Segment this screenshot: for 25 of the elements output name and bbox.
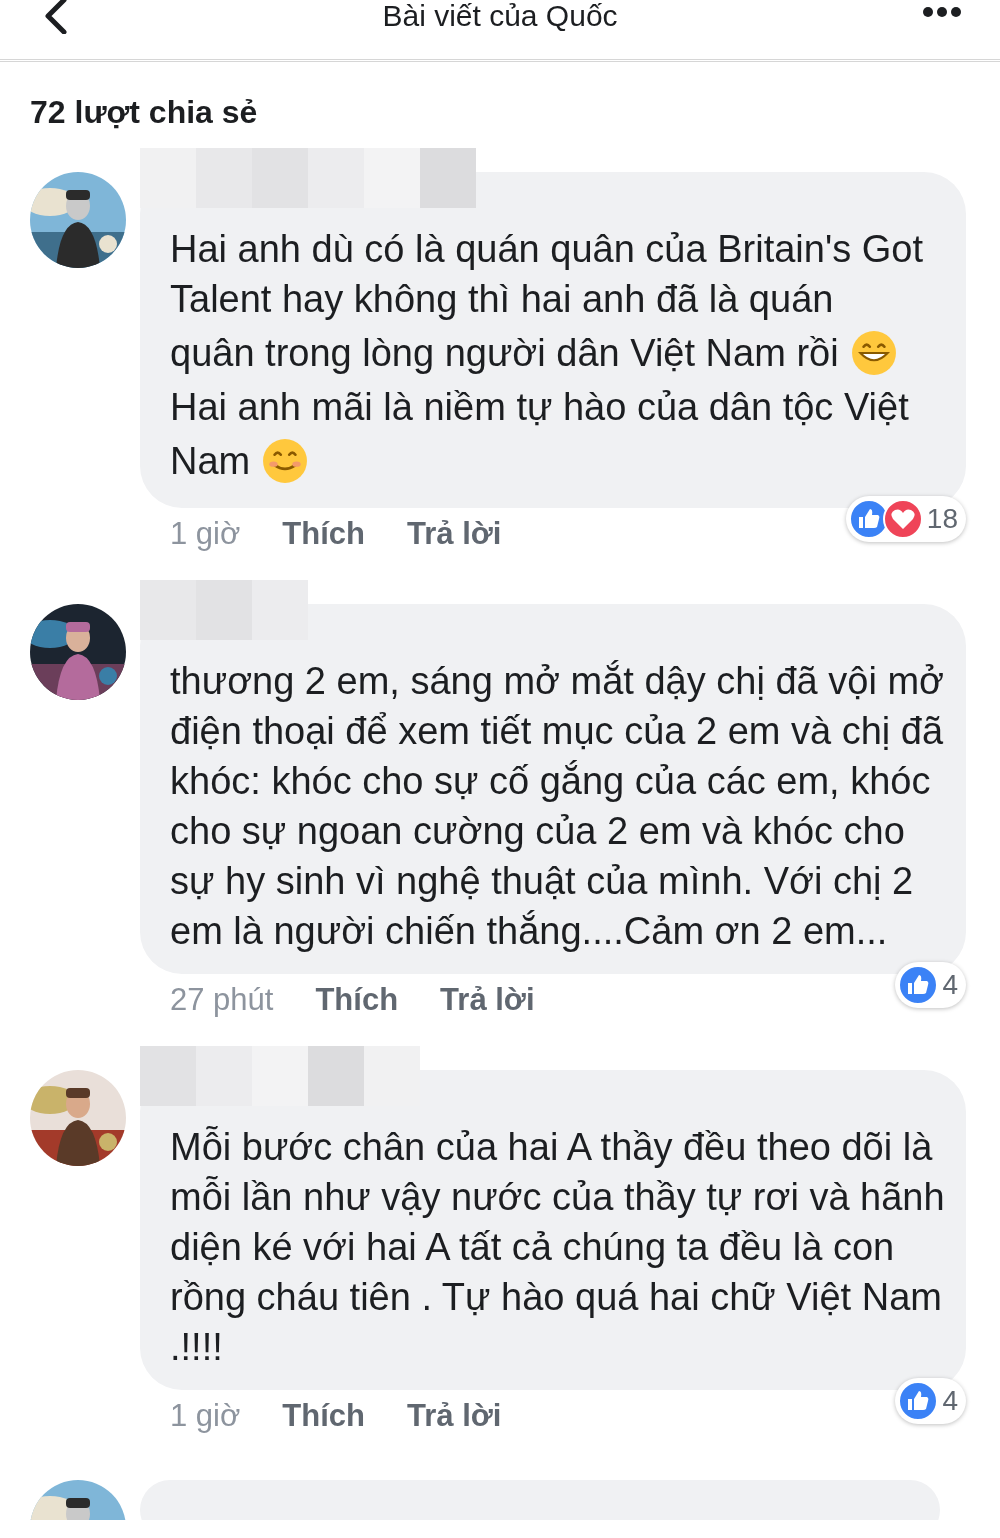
comment-text: Mỗi bước chân của hai A thầy đều theo dõi là mỗi lần như vậy nước của thầy tự rơi và hãnh diện ké với hai A tất cả chúng ta đều là con rồng cháu tiên . Tự hào quá hai chữ Việt Nam .!!!! (170, 1125, 946, 1370)
comment-time: 1 giờ (170, 515, 241, 553)
grinning-face-icon (850, 330, 897, 376)
comment-text: thương 2 em, sáng mở mắt dậy chị đã vội mở điện thoại để xem tiết mục của 2 em và chị đã khóc: khóc cho sự cố gắng của các em, khóc cho sự ngoan cường của 2 em và khóc cho sự hy sinh vì nghệ thuật của mình. Với chị 2 em là người chiến thắng....Cảm ơn 2 em... (170, 659, 945, 954)
share-count: 72 lượt chia sẻ (30, 93, 258, 132)
back-icon[interactable] (42, 0, 70, 34)
comment-time: 1 giờ (170, 1397, 241, 1435)
reply-link[interactable]: Trả lời (407, 1396, 502, 1436)
reply-link[interactable]: Trả lời (407, 514, 502, 554)
like-link[interactable]: Thích (282, 1396, 365, 1436)
reply-link[interactable]: Trả lời (440, 980, 535, 1020)
thumbs-up-icon (898, 965, 939, 1005)
comment-text: Nam (170, 439, 251, 484)
page-title: Bài viết của Quốc (381, 0, 619, 32)
comment-text: quân trong lòng người dân Việt Nam rồi (170, 331, 839, 376)
comment-text: Hai anh mãi là niềm tự hào của dân tộc Việt (170, 385, 909, 430)
like-link[interactable]: Thích (282, 514, 365, 554)
reaction-count: 18 (926, 502, 958, 536)
like-link[interactable]: Thích (315, 980, 399, 1020)
reaction-count: 4 (942, 1384, 958, 1418)
reaction-count: 4 (942, 968, 958, 1002)
more-icon[interactable] (922, 6, 962, 18)
comment-time: 27 phút (170, 981, 274, 1019)
smiling-face-icon (262, 438, 309, 484)
thumbs-up-icon (898, 1381, 939, 1421)
